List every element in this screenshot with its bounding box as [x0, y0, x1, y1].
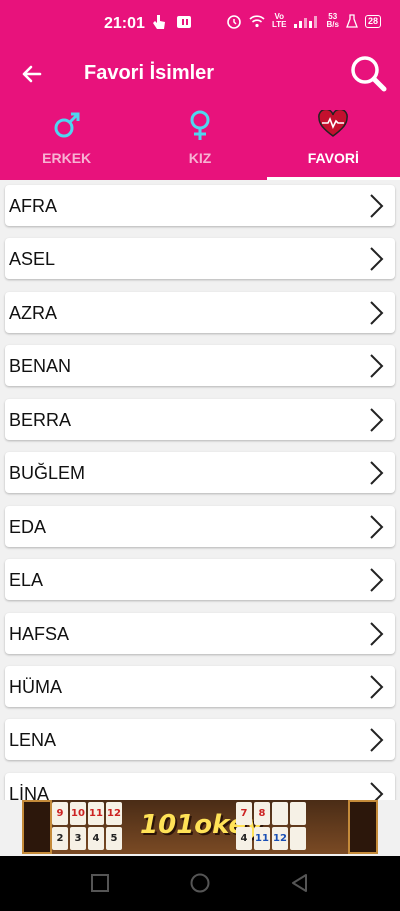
list-item[interactable]: BENAN: [5, 345, 395, 386]
name-label: AFRA: [9, 196, 58, 216]
female-symbol-icon: [190, 110, 210, 140]
back-nav-icon[interactable]: [289, 872, 311, 894]
ad-tile: 4: [236, 827, 252, 850]
ad-decoration: [22, 800, 52, 854]
ad-tile: 12: [106, 802, 122, 825]
ad-tiles-left: 9 10 11 12 2 3 4 5: [52, 802, 122, 850]
name-label: AZRA: [9, 303, 58, 323]
favorite-names-list: AFRA ASEL AZRA BENAN BERRA BUĞLEM EDA EL…: [0, 180, 400, 800]
search-icon[interactable]: [348, 54, 388, 94]
recents-icon[interactable]: [89, 872, 111, 894]
home-icon[interactable]: [189, 872, 211, 894]
list-item[interactable]: BERRA: [5, 399, 395, 440]
ad-tile: 3: [70, 827, 86, 850]
chevron-right-icon: [370, 622, 384, 646]
app-notification-icon: [177, 16, 191, 28]
wifi-icon: [249, 15, 265, 28]
list-item[interactable]: ELA: [5, 559, 395, 600]
chevron-right-icon: [370, 354, 384, 378]
flask-icon: [346, 14, 358, 28]
name-label: ASEL: [9, 249, 56, 269]
chevron-right-icon: [370, 728, 384, 752]
name-label: EDA: [9, 517, 47, 537]
ad-banner[interactable]: 9 10 11 12 2 3 4 5 101okey 7 8 4 11 12: [22, 800, 378, 854]
system-navigation-bar: [0, 856, 400, 911]
list-item[interactable]: HAFSA: [5, 613, 395, 654]
heart-pulse-icon: [318, 110, 349, 137]
chevron-right-icon: [370, 675, 384, 699]
list-item[interactable]: ASEL: [5, 238, 395, 279]
ad-tile: 10: [70, 802, 86, 825]
ad-tile: 2: [52, 827, 68, 850]
tab-label: ERKEK: [42, 150, 92, 166]
page-title: Favori İsimler: [84, 62, 215, 84]
name-label: HAFSA: [9, 624, 70, 644]
notification-icons: [152, 14, 192, 30]
ad-tile: [290, 802, 306, 825]
list-item[interactable]: HÜMA: [5, 666, 395, 707]
ad-tile: 11: [254, 827, 270, 850]
tab-label: KIZ: [188, 150, 212, 166]
male-symbol-icon: [54, 112, 80, 138]
alarm-icon: [227, 15, 241, 29]
signal-icon: [293, 16, 317, 28]
list-item[interactable]: LENA: [5, 719, 395, 760]
chevron-right-icon: [370, 782, 384, 800]
ad-tile: [272, 802, 288, 825]
ad-decoration: [348, 800, 378, 854]
ad-tile: 11: [88, 802, 104, 825]
arrow-left-icon[interactable]: [18, 60, 46, 88]
network-type: Vo LTE: [272, 13, 287, 29]
list-item[interactable]: EDA: [5, 506, 395, 547]
list-item[interactable]: AZRA: [5, 292, 395, 333]
list-item[interactable]: BUĞLEM: [5, 452, 395, 493]
name-label: BENAN: [9, 356, 72, 376]
touch-icon: [153, 15, 165, 29]
ad-tiles-right: 7 8 4 11 12: [236, 802, 306, 850]
speed-unit: B/s: [326, 20, 339, 29]
chevron-right-icon: [370, 194, 384, 218]
ad-tile: [290, 827, 306, 850]
network-speed: 53 B/s: [327, 13, 339, 29]
ad-tile: 9: [52, 802, 68, 825]
name-label: BERRA: [9, 410, 72, 430]
chevron-right-icon: [370, 408, 384, 432]
network-bottom-label: LTE: [272, 20, 287, 29]
name-label: LENA: [9, 730, 57, 750]
list-item[interactable]: AFRA: [5, 185, 395, 226]
status-indicators: Vo LTE 53 B/s 28: [226, 13, 381, 29]
tab-bar: ERKEK KIZ FAVORİ: [0, 100, 400, 180]
ad-tile: 4: [88, 827, 104, 850]
tab-label: FAVORİ: [307, 150, 359, 166]
chevron-right-icon: [370, 247, 384, 271]
tab-erkek[interactable]: ERKEK: [0, 100, 133, 180]
chevron-right-icon: [370, 515, 384, 539]
ad-tile: 5: [106, 827, 122, 850]
chevron-right-icon: [370, 568, 384, 592]
status-bar: 21:01 Vo LTE 53 B/s 28: [0, 0, 400, 48]
ad-tile: 12: [272, 827, 288, 850]
chevron-right-icon: [370, 461, 384, 485]
tab-favori[interactable]: FAVORİ: [266, 100, 400, 180]
app-bar: Favori İsimler: [0, 48, 400, 100]
battery-icon: 28: [364, 14, 381, 28]
ad-tile: 7: [236, 802, 252, 825]
name-label: BUĞLEM: [9, 463, 86, 483]
chevron-right-icon: [370, 301, 384, 325]
ad-tile: 8: [254, 802, 270, 825]
name-label: LİNA: [9, 784, 50, 800]
tab-kiz[interactable]: KIZ: [133, 100, 266, 180]
name-label: HÜMA: [9, 677, 62, 697]
status-time: 21:01: [104, 15, 145, 32]
list-item[interactable]: LİNA: [5, 773, 395, 800]
name-label: ELA: [9, 570, 44, 590]
